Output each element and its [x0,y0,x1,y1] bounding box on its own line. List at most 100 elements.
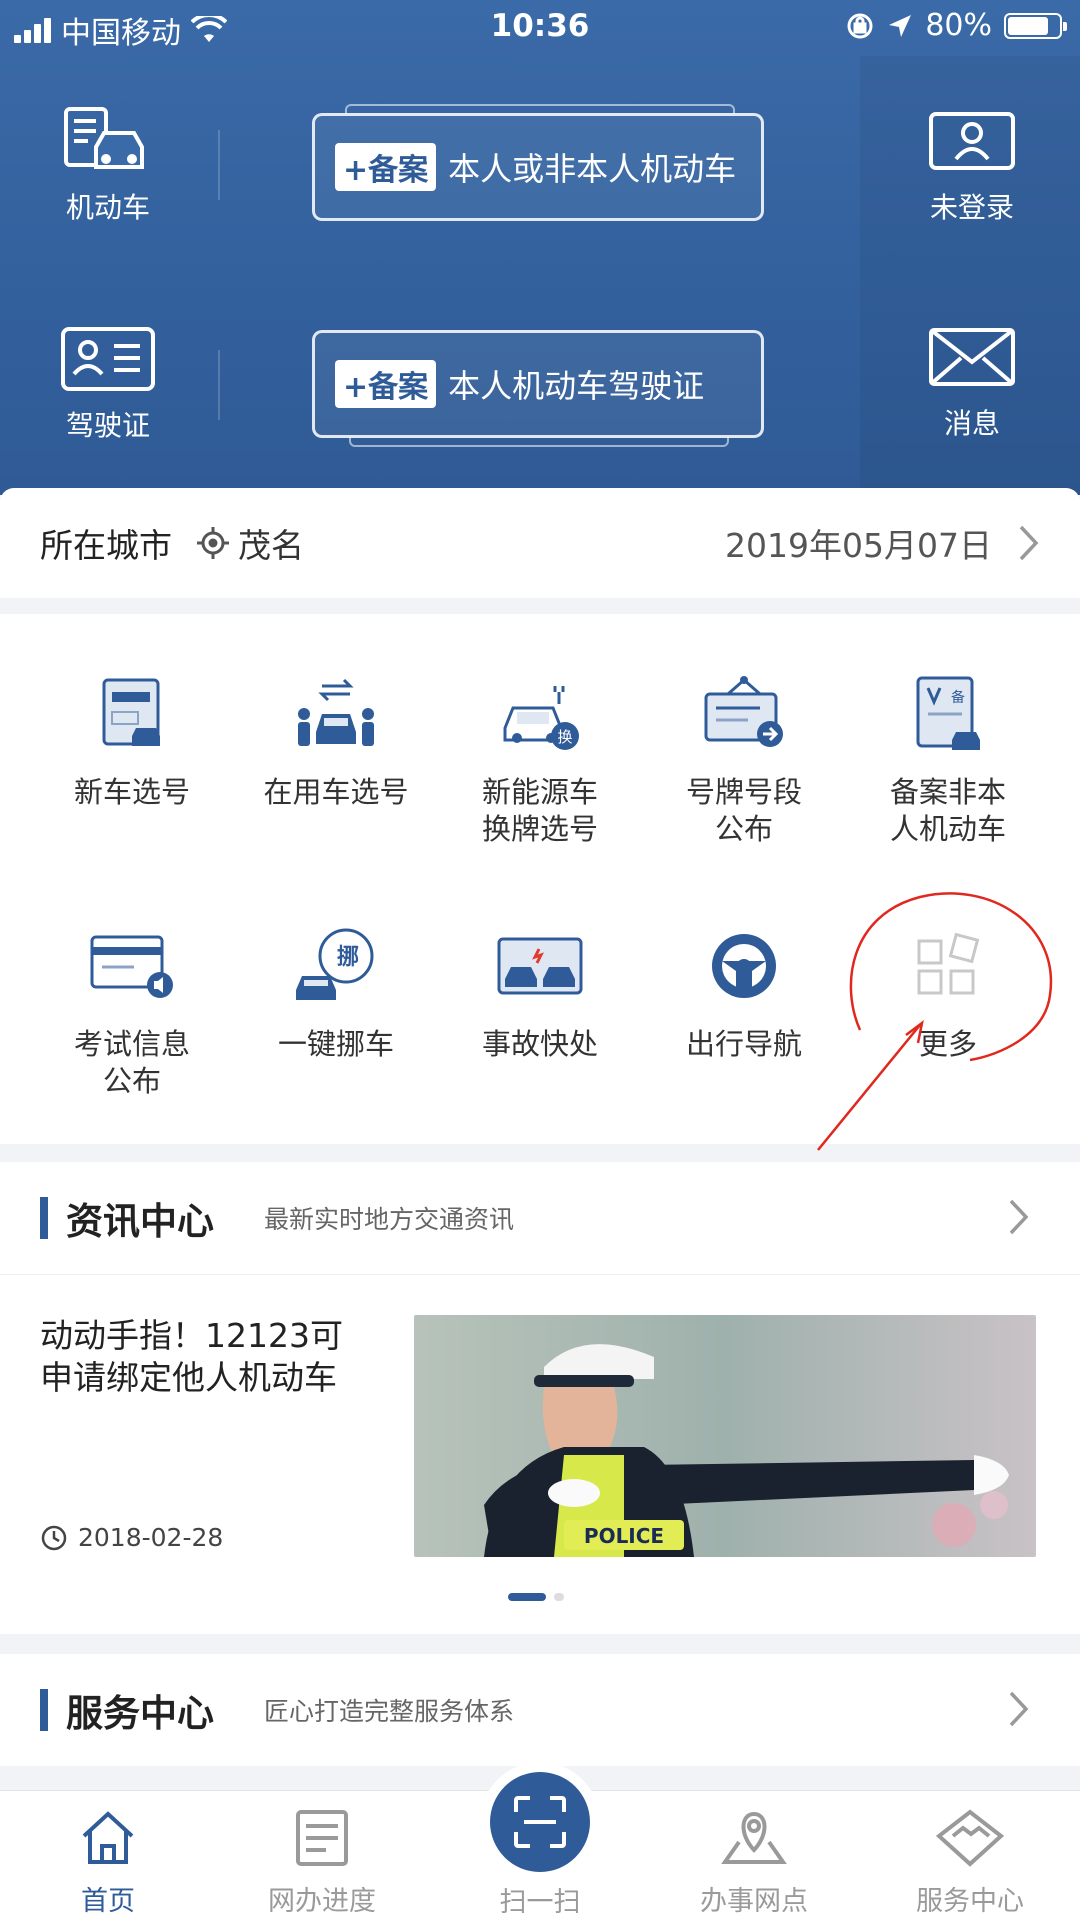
steering-wheel-icon [644,916,844,1016]
more-icon [848,916,1048,1016]
home-icon [18,1803,198,1873]
register-vehicle-banner[interactable]: +备案 本人或非本人机动车 [312,104,764,221]
scan-label: 扫一扫 [499,1887,581,1918]
news-item-date: 2018-02-28 [40,1523,223,1552]
service-center-header[interactable]: 服务中心 匠心打造完整服务体系 [0,1654,1080,1766]
nav-label: 首页 [81,1886,135,1917]
service-new-car-plate[interactable]: 新车选号 [32,664,232,811]
service-navigation[interactable]: 出行导航 [644,916,844,1063]
nav-label: 网办进度 [268,1886,376,1917]
used-car-plate-icon [236,664,436,764]
service-label: 事故快处 [481,1027,598,1061]
service-label: 考试信息 公布 [73,1027,190,1098]
svg-text:换: 换 [557,728,572,746]
login-button[interactable]: 未登录 [882,100,1062,226]
service-plate-announcement[interactable]: 号牌号段 公布 [644,664,844,848]
location-arrow-icon [889,14,912,37]
new-energy-car-icon: 换 [440,664,640,764]
nav-home[interactable]: 首页 [18,1803,198,1918]
progress-list-icon [232,1803,412,1873]
plate-text: 本人或非本人机动车 [448,150,737,188]
service-label: 新能源车 换牌选号 [481,775,598,846]
header-banner: 机动车 驾驶证 +备案 本人或非本人机动车 +备案 本人机动车驾驶证 未登录 消… [0,0,1080,495]
service-center-subtitle: 匠心打造完整服务体系 [264,1697,515,1726]
svg-text:备: 备 [951,689,965,706]
service-label: 一键挪车 [277,1027,394,1061]
map-pin-icon [664,1803,844,1873]
envelope-icon [882,316,1062,398]
service-exam-info[interactable]: 考试信息 公布 [32,916,232,1100]
service-move-car[interactable]: 挪 一键挪车 [236,916,436,1063]
chevron-right-icon[interactable] [1008,1690,1030,1728]
news-date-text: 2018-02-28 [78,1523,224,1552]
scan-icon [514,1796,566,1848]
login-label: 未登录 [929,191,1014,224]
service-used-car-plate[interactable]: 在用车选号 [236,664,436,811]
news-image-police-officer[interactable]: POLICE [414,1315,1036,1557]
service-label: 号牌号段 公布 [685,775,802,846]
chevron-right-icon[interactable] [1018,524,1040,562]
news-section-header[interactable]: 资讯中心 最新实时地方交通资讯 [0,1162,1080,1274]
service-label: 备案非本 人机动车 [889,775,1006,846]
carousel-dot-active [508,1593,546,1601]
header-divider [218,130,220,200]
current-date: 2019年05月07日 [725,526,992,565]
nav-offices[interactable]: 办事网点 [664,1803,844,1918]
city-name: 茂名 [238,526,304,565]
nav-label: 服务中心 [916,1886,1024,1917]
message-button[interactable]: 消息 [882,316,1062,442]
chevron-right-icon[interactable] [1008,1198,1030,1236]
id-card-icon [18,318,198,400]
city-label: 所在城市 [40,526,172,565]
scan-button[interactable] [490,1772,590,1872]
service-grid: 新车选号 在用车选号 换 新能源车 换牌选号 号牌号段 公布 备 备案非本 人机… [0,614,1080,1144]
news-section-title: 资讯中心 [66,1200,214,1243]
service-accident[interactable]: 事故快处 [440,916,640,1063]
nav-service-center[interactable]: 服务中心 [880,1803,1060,1918]
message-label: 消息 [943,407,1000,440]
handshake-diamond-icon [880,1803,1060,1873]
plate-announcement-icon [644,664,844,764]
city-row[interactable]: 所在城市 茂名 2019年05月07日 [0,488,1080,598]
status-bar: 中国移动 10:36 80% [0,0,1080,56]
service-register-vehicle[interactable]: 备 备案非本 人机动车 [848,664,1048,848]
accident-icon [440,916,640,1016]
plate-tag: +备案 [335,360,437,408]
service-label: 更多 [918,1027,977,1061]
register-vehicle-icon: 备 [848,664,1048,764]
battery-icon [1004,12,1067,39]
register-license-banner[interactable]: +备案 本人机动车驾驶证 [312,330,764,447]
user-icon [882,100,1062,182]
nav-progress[interactable]: 网办进度 [232,1803,412,1918]
scan-button-ring[interactable] [480,1762,600,1882]
service-more[interactable]: 更多 [848,916,1048,1063]
service-center-title: 服务中心 [66,1692,214,1735]
section-accent-bar [40,1689,48,1731]
clock-icon [41,1525,67,1550]
vehicle-button[interactable]: 机动车 [18,100,198,226]
vehicle-label: 机动车 [65,191,150,224]
carousel-dots [508,1593,564,1601]
svg-text:挪: 挪 [337,945,359,970]
plate-tag: +备案 [335,143,437,191]
news-item-title: 动动手指！12123可申请绑定他人机动车 [40,1316,343,1397]
plate-frame-top [345,104,735,114]
exam-info-icon [32,916,232,1016]
service-new-energy-car[interactable]: 换 新能源车 换牌选号 [440,664,640,848]
news-item[interactable]: 动动手指！12123可申请绑定他人机动车 2018-02-28 POLICE [0,1274,1080,1634]
battery-percent: 80% [925,8,992,43]
carousel-dot [554,1593,564,1601]
license-button[interactable]: 驾驶证 [18,318,198,444]
header-divider [218,350,220,420]
move-car-icon: 挪 [236,916,436,1016]
image-police-text: POLICE [584,1524,664,1548]
service-label: 在用车选号 [263,775,409,809]
license-label: 驾驶证 [65,409,150,442]
rotation-lock-icon [847,13,873,38]
section-accent-bar [40,1197,48,1239]
city-selector[interactable]: 茂名 [196,519,304,567]
location-target-icon [197,527,229,559]
vehicle-doc-icon [18,100,198,182]
new-car-plate-icon [32,664,232,764]
service-label: 出行导航 [685,1027,802,1061]
